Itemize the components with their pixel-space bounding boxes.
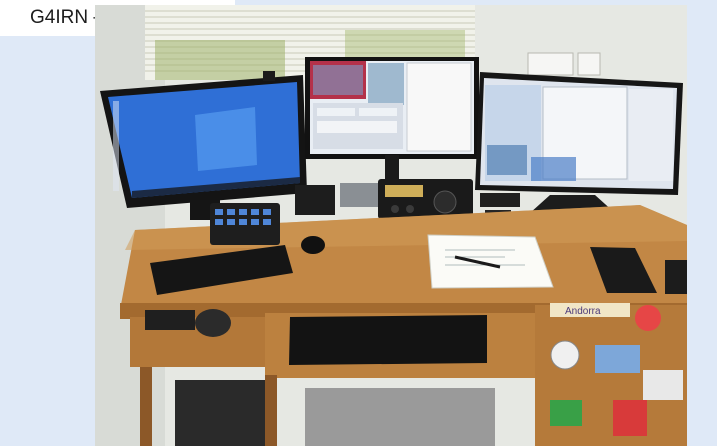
transceiver (378, 179, 473, 219)
notepad (427, 234, 554, 289)
slide: G4IRN – Control Site (0, 0, 717, 446)
sticker-andorra: Andorra (565, 306, 601, 317)
mouse (301, 236, 325, 254)
station-photo: Andorra (95, 5, 687, 446)
keyboard-lower (289, 315, 487, 365)
